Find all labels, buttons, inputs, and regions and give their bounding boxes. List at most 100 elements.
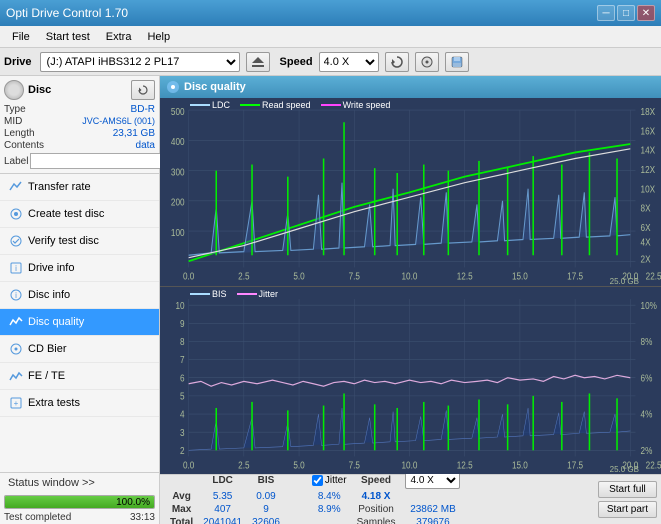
- svg-text:14X: 14X: [641, 145, 656, 156]
- disc-length-key: Length: [4, 128, 35, 139]
- maximize-button[interactable]: □: [617, 5, 635, 21]
- svg-text:12.5: 12.5: [457, 271, 473, 282]
- disc-length-val: 23,31 GB: [113, 128, 155, 139]
- create-test-disc-icon: [8, 206, 24, 222]
- disc-label-key: Label: [4, 156, 28, 167]
- chart-bottom: BIS Jitter: [160, 287, 661, 475]
- menu-file[interactable]: File: [4, 29, 38, 45]
- disc-contents-row: Contents data: [4, 140, 155, 151]
- stats-pos-val: 23862 MB: [401, 504, 464, 515]
- verify-test-disc-icon: [8, 233, 24, 249]
- status-window-button[interactable]: Status window >>: [0, 473, 159, 493]
- speed-select[interactable]: 4.0 X: [319, 52, 379, 72]
- svg-text:i: i: [15, 291, 17, 300]
- drive-select[interactable]: (J:) ATAPI iHBS312 2 PL17: [40, 52, 240, 72]
- svg-text:+: +: [14, 399, 19, 408]
- menu-extra[interactable]: Extra: [98, 29, 140, 45]
- svg-text:2.5: 2.5: [238, 271, 249, 282]
- sidebar-item-disc-quality[interactable]: Disc quality: [0, 309, 159, 336]
- svg-text:6X: 6X: [641, 222, 651, 233]
- refresh-icon: [391, 56, 403, 68]
- sidebar-item-label-verify-test-disc: Verify test disc: [28, 235, 99, 247]
- legend-read-speed-label: Read speed: [262, 100, 311, 110]
- sidebar-item-create-test-disc[interactable]: Create test disc: [0, 201, 159, 228]
- svg-text:300: 300: [171, 167, 185, 178]
- title-bar: Opti Drive Control 1.70 ─ □ ✕: [0, 0, 661, 26]
- svg-text:4: 4: [180, 409, 185, 420]
- legend-write-speed: Write speed: [321, 100, 391, 110]
- jitter-checkbox-label[interactable]: Jitter: [312, 475, 347, 486]
- svg-text:15.0: 15.0: [512, 459, 528, 470]
- svg-text:200: 200: [171, 197, 185, 208]
- svg-text:5.0: 5.0: [293, 271, 304, 282]
- nav-items: Transfer rate Create test disc: [0, 174, 159, 472]
- stats-avg-speed-val: 4.18 X: [362, 491, 391, 502]
- sidebar-item-verify-test-disc[interactable]: Verify test disc: [0, 228, 159, 255]
- eject-icon: [251, 55, 265, 69]
- minimize-button[interactable]: ─: [597, 5, 615, 21]
- disc-mid-key: MID: [4, 116, 22, 127]
- legend-bis: BIS: [190, 289, 227, 299]
- svg-text:7.5: 7.5: [349, 271, 360, 282]
- svg-text:15.0: 15.0: [512, 271, 528, 282]
- svg-text:0.0: 0.0: [183, 459, 194, 470]
- sidebar-item-cd-bier[interactable]: CD Bier: [0, 336, 159, 363]
- sidebar-item-transfer-rate[interactable]: Transfer rate: [0, 174, 159, 201]
- legend-ldc: LDC: [190, 100, 230, 110]
- start-full-button[interactable]: Start full: [598, 481, 657, 498]
- disc-button[interactable]: [415, 52, 439, 72]
- disc-refresh-button[interactable]: [131, 80, 155, 100]
- jitter-checkbox[interactable]: [312, 475, 323, 486]
- eject-button[interactable]: [246, 52, 270, 72]
- close-button[interactable]: ✕: [637, 5, 655, 21]
- status-text: Test completed: [4, 512, 71, 523]
- save-button[interactable]: [445, 52, 469, 72]
- main-layout: Disc Type BD-R MID JVC-AMS6L (001) Lengt…: [0, 76, 661, 524]
- disc-header: Disc: [4, 80, 155, 100]
- disc-mid-val: JVC-AMS6L (001): [82, 116, 155, 127]
- chart-bottom-x-end: 25.0 GB: [610, 465, 639, 474]
- stats-max-label: Max: [166, 504, 197, 515]
- chart-top-legend: LDC Read speed Write speed: [190, 100, 390, 110]
- svg-text:10: 10: [175, 300, 184, 311]
- sidebar-item-drive-info[interactable]: i Drive info: [0, 255, 159, 282]
- legend-bis-color: [190, 293, 210, 295]
- svg-text:17.5: 17.5: [567, 459, 583, 470]
- sidebar-item-label-create-test-disc: Create test disc: [28, 208, 104, 220]
- stats-total-bis: 32606: [248, 517, 284, 524]
- start-part-button[interactable]: Start part: [598, 501, 657, 518]
- svg-text:10.0: 10.0: [402, 271, 418, 282]
- stats-max-bis: 9: [248, 504, 284, 515]
- app-title: Opti Drive Control 1.70: [6, 6, 128, 20]
- svg-text:100: 100: [171, 227, 185, 238]
- disc-quality-header-icon: [166, 80, 180, 94]
- svg-text:10.0: 10.0: [402, 459, 418, 470]
- status-window-label: Status window >>: [8, 477, 95, 489]
- legend-write-speed-label: Write speed: [343, 100, 391, 110]
- chart-top: LDC Read speed Write speed: [160, 98, 661, 287]
- svg-text:2.5: 2.5: [238, 459, 249, 470]
- charts-area: LDC Read speed Write speed: [160, 98, 661, 474]
- disc-icon: [421, 56, 433, 68]
- menu-help[interactable]: Help: [139, 29, 178, 45]
- sidebar-item-disc-info[interactable]: i Disc info: [0, 282, 159, 309]
- progress-bar: 100.0%: [4, 495, 155, 509]
- legend-ldc-label: LDC: [212, 100, 230, 110]
- cd-bier-icon: [8, 341, 24, 357]
- refresh-button[interactable]: [385, 52, 409, 72]
- stats-avg-bis: 0.09: [248, 491, 284, 502]
- sidebar-item-fe-te[interactable]: FE / TE: [0, 363, 159, 390]
- status-time: 33:13: [130, 512, 155, 523]
- svg-text:6: 6: [180, 372, 185, 383]
- svg-text:3: 3: [180, 427, 185, 438]
- svg-text:9: 9: [180, 318, 185, 329]
- menu-bar: File Start test Extra Help: [0, 26, 661, 48]
- stats-main: LDC BIS Jitter Speed 4.0 X A: [160, 467, 594, 524]
- disc-contents-val: data: [136, 140, 155, 151]
- svg-text:10%: 10%: [641, 300, 657, 311]
- legend-read-speed-color: [240, 104, 260, 106]
- menu-start-test[interactable]: Start test: [38, 29, 98, 45]
- disc-label-input[interactable]: [30, 153, 168, 169]
- sidebar-item-extra-tests[interactable]: + Extra tests: [0, 390, 159, 417]
- stats-samples-val: 379676: [401, 517, 464, 524]
